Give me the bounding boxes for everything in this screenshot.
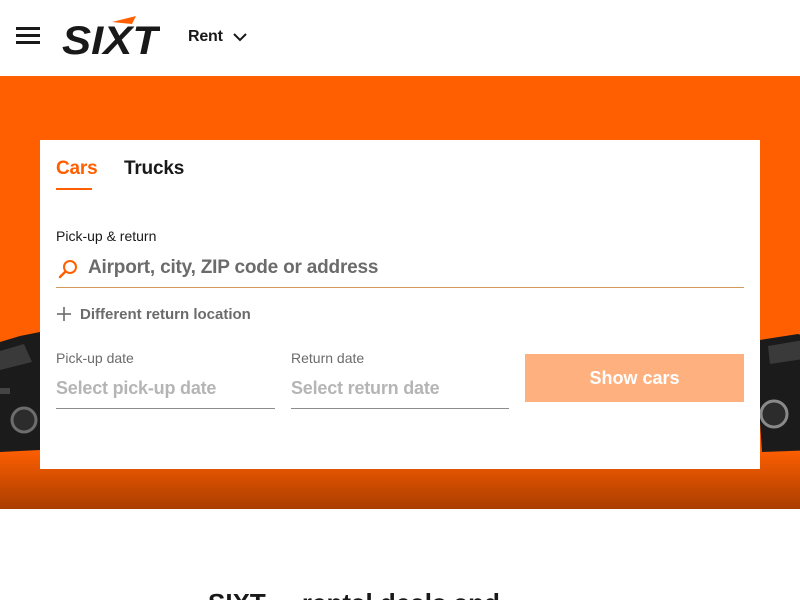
return-date-field[interactable]: Return date Select return date	[291, 346, 509, 409]
svg-text:SIXT: SIXT	[62, 19, 160, 56]
search-placeholder: Airport, city, ZIP code or address	[88, 257, 379, 278]
site-header: SIXT Rent	[0, 0, 800, 76]
active-tab-indicator	[56, 188, 92, 190]
tab-cars[interactable]: Cars	[56, 158, 98, 180]
search-icon	[58, 260, 77, 279]
plus-icon	[57, 307, 71, 321]
return-date-label: Return date	[291, 350, 365, 366]
different-return-label: Different return location	[80, 305, 251, 323]
rent-dropdown[interactable]: Rent	[188, 26, 247, 48]
different-return-location-button[interactable]: Different return location	[56, 304, 251, 324]
location-search-input[interactable]: Airport, city, ZIP code or address	[56, 250, 744, 288]
pickup-date-field[interactable]: Pick-up date Select pick-up date	[56, 346, 275, 409]
pickup-date-placeholder: Select pick-up date	[56, 378, 217, 398]
sixt-logo[interactable]: SIXT	[62, 16, 160, 56]
booking-widget: Cars Trucks Pick-up & return Airport, ci…	[40, 140, 760, 469]
rent-label: Rent	[188, 28, 223, 45]
hamburger-menu-icon[interactable]	[16, 27, 40, 45]
return-date-placeholder: Select return date	[291, 378, 440, 398]
chevron-down-icon	[233, 33, 247, 42]
show-cars-button[interactable]: Show cars	[525, 354, 744, 402]
tab-trucks[interactable]: Trucks	[124, 158, 184, 180]
pickup-return-label: Pick-up & return	[56, 228, 157, 244]
pickup-date-label: Pick-up date	[56, 350, 134, 366]
section-heading: SIXT ... rental deals and ...	[208, 588, 529, 600]
